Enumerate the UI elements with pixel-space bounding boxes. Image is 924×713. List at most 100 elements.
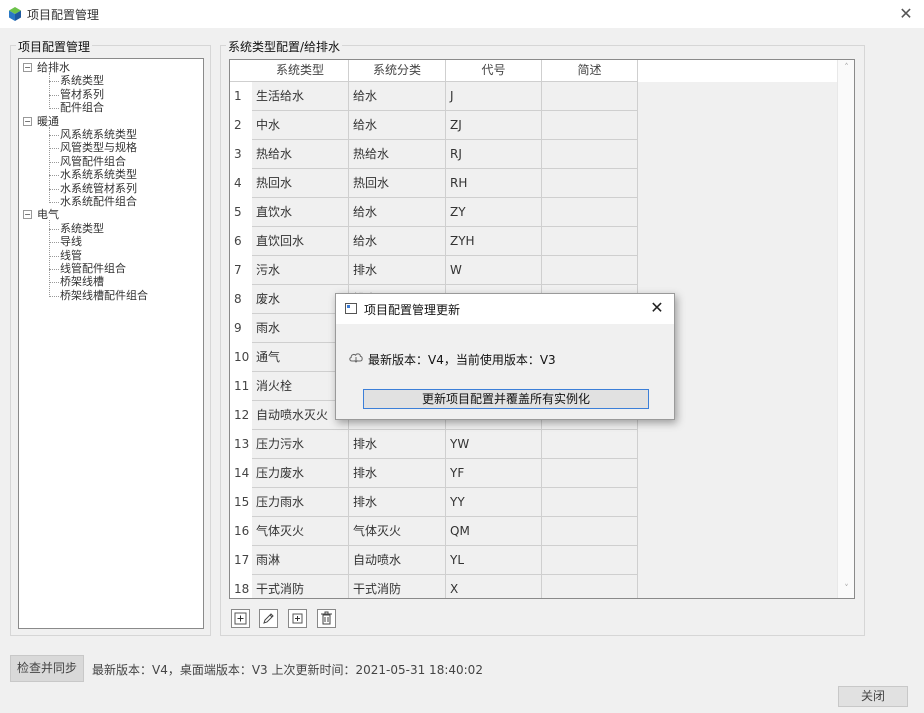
grid-header-category[interactable]: 系统分类 — [349, 60, 446, 82]
grid-cell-desc[interactable] — [542, 575, 638, 598]
grid-cell-desc[interactable] — [542, 430, 638, 459]
grid-cell-type[interactable]: 热给水 — [252, 140, 349, 169]
grid-cell-category[interactable]: 热回水 — [349, 169, 446, 198]
grid-cell-type[interactable]: 生活给水 — [252, 82, 349, 111]
grid-cell-type[interactable]: 直饮水 — [252, 198, 349, 227]
grid-cell-type[interactable]: 气体灭火 — [252, 517, 349, 546]
grid-cell-type[interactable]: 压力废水 — [252, 459, 349, 488]
grid-header-code[interactable]: 代号 — [446, 60, 542, 82]
tree-item[interactable]: 风系统系统类型 — [60, 128, 137, 141]
grid-cell-code[interactable]: YY — [446, 488, 542, 517]
grid-cell-category[interactable]: 干式消防 — [349, 575, 446, 598]
table-row[interactable]: 16 气体灭火 气体灭火 QM — [230, 517, 839, 546]
insert-row-button[interactable] — [288, 609, 307, 628]
grid-cell-desc[interactable] — [542, 227, 638, 256]
grid-header-desc[interactable]: 简述 — [542, 60, 638, 82]
grid-cell-type[interactable]: 压力雨水 — [252, 488, 349, 517]
tree-item[interactable]: 导线 — [60, 235, 82, 248]
grid-cell-code[interactable]: X — [446, 575, 542, 598]
tree-collapse-icon[interactable]: − — [23, 116, 32, 126]
table-row[interactable]: 2 中水 给水 ZJ — [230, 111, 839, 140]
grid-cell-desc[interactable] — [542, 111, 638, 140]
table-row[interactable]: 6 直饮回水 给水 ZYH — [230, 227, 839, 256]
grid-cell-desc[interactable] — [542, 517, 638, 546]
grid-cell-type[interactable]: 污水 — [252, 256, 349, 285]
add-row-button[interactable] — [231, 609, 250, 628]
table-row[interactable]: 4 热回水 热回水 RH — [230, 169, 839, 198]
grid-cell-type[interactable]: 干式消防 — [252, 575, 349, 598]
tree-item[interactable]: 桥架线槽 — [60, 275, 104, 288]
scroll-down-icon[interactable]: ˅ — [842, 585, 851, 594]
grid-cell-desc[interactable] — [542, 198, 638, 227]
tree-group-label[interactable]: 电气 — [37, 208, 59, 221]
grid-cell-category[interactable]: 给水 — [349, 82, 446, 111]
grid-cell-type[interactable]: 压力污水 — [252, 430, 349, 459]
grid-vertical-scrollbar[interactable]: ˄ ˅ — [837, 60, 854, 598]
tree-item[interactable]: 配件组合 — [60, 101, 104, 114]
dialog-close-icon[interactable]: ✕ — [648, 299, 666, 317]
grid-cell-code[interactable]: ZJ — [446, 111, 542, 140]
config-tree[interactable]: − 给排水 系统类型 管材系列 配件组合 − 暖通 风系统系统类型 风管类型与规格 风管配件组合水… — [18, 58, 204, 629]
table-row[interactable]: 5 直饮水 给水 ZY — [230, 198, 839, 227]
table-row[interactable]: 7 污水 排水 W — [230, 256, 839, 285]
grid-cell-category[interactable]: 排水 — [349, 459, 446, 488]
grid-cell-type[interactable]: 雨淋 — [252, 546, 349, 575]
edit-row-button[interactable] — [259, 609, 278, 628]
table-row[interactable]: 18 干式消防 干式消防 X — [230, 575, 839, 598]
grid-cell-code[interactable]: W — [446, 256, 542, 285]
tree-item[interactable]: 线管配件组合 — [60, 262, 126, 275]
grid-cell-desc[interactable] — [542, 459, 638, 488]
tree-item[interactable]: 系统类型 — [60, 222, 104, 235]
grid-cell-category[interactable]: 自动喷水 — [349, 546, 446, 575]
close-button[interactable]: 关闭 — [838, 686, 908, 707]
tree-item[interactable]: 水系统管材系列 — [60, 182, 137, 195]
tree-item[interactable]: 系统类型 — [60, 74, 104, 87]
tree-item[interactable]: 风管类型与规格 — [60, 141, 137, 154]
window-close-icon[interactable]: ✕ — [896, 4, 916, 24]
grid-cell-code[interactable]: YW — [446, 430, 542, 459]
grid-cell-category[interactable]: 排水 — [349, 488, 446, 517]
grid-cell-code[interactable]: ZY — [446, 198, 542, 227]
tree-item[interactable]: 线管 — [60, 249, 82, 262]
tree-item[interactable]: 管材系列 — [60, 88, 104, 101]
grid-cell-desc[interactable] — [542, 546, 638, 575]
grid-cell-code[interactable]: RJ — [446, 140, 542, 169]
grid-cell-category[interactable]: 排水 — [349, 256, 446, 285]
grid-cell-type[interactable]: 热回水 — [252, 169, 349, 198]
table-row[interactable]: 13 压力污水 排水 YW — [230, 430, 839, 459]
table-row[interactable]: 17 雨淋 自动喷水 YL — [230, 546, 839, 575]
table-row[interactable]: 3 热给水 热给水 RJ — [230, 140, 839, 169]
grid-cell-category[interactable]: 给水 — [349, 111, 446, 140]
grid-cell-code[interactable]: QM — [446, 517, 542, 546]
tree-item[interactable]: 水系统系统类型 — [60, 168, 137, 181]
grid-cell-desc[interactable] — [542, 488, 638, 517]
grid-cell-desc[interactable] — [542, 140, 638, 169]
tree-group-label[interactable]: 暖通 — [37, 115, 59, 128]
table-row[interactable]: 1 生活给水 给水 J — [230, 82, 839, 111]
grid-cell-code[interactable]: RH — [446, 169, 542, 198]
table-row[interactable]: 14 压力废水 排水 YF — [230, 459, 839, 488]
tree-group-label[interactable]: 给排水 — [37, 61, 70, 74]
grid-cell-code[interactable]: YL — [446, 546, 542, 575]
grid-cell-category[interactable]: 气体灭火 — [349, 517, 446, 546]
tree-item[interactable]: 风管配件组合 — [60, 155, 126, 168]
grid-cell-code[interactable]: YF — [446, 459, 542, 488]
grid-cell-code[interactable]: ZYH — [446, 227, 542, 256]
table-row[interactable]: 15 压力雨水 排水 YY — [230, 488, 839, 517]
grid-cell-category[interactable]: 给水 — [349, 198, 446, 227]
grid-cell-type[interactable]: 中水 — [252, 111, 349, 140]
grid-cell-desc[interactable] — [542, 82, 638, 111]
check-sync-button[interactable]: 检查并同步 — [10, 655, 84, 682]
delete-row-button[interactable] — [317, 609, 336, 628]
grid-cell-desc[interactable] — [542, 169, 638, 198]
scroll-up-icon[interactable]: ˄ — [842, 64, 851, 73]
tree-item[interactable]: 桥架线槽配件组合 — [60, 289, 148, 302]
grid-cell-category[interactable]: 给水 — [349, 227, 446, 256]
grid-cell-code[interactable]: J — [446, 82, 542, 111]
tree-collapse-icon[interactable]: − — [23, 210, 32, 220]
grid-cell-category[interactable]: 热给水 — [349, 140, 446, 169]
tree-collapse-icon[interactable]: − — [23, 63, 32, 72]
grid-header-type[interactable]: 系统类型 — [252, 60, 349, 82]
update-config-button[interactable]: 更新项目配置并覆盖所有实例化 — [363, 389, 649, 409]
grid-cell-type[interactable]: 直饮回水 — [252, 227, 349, 256]
